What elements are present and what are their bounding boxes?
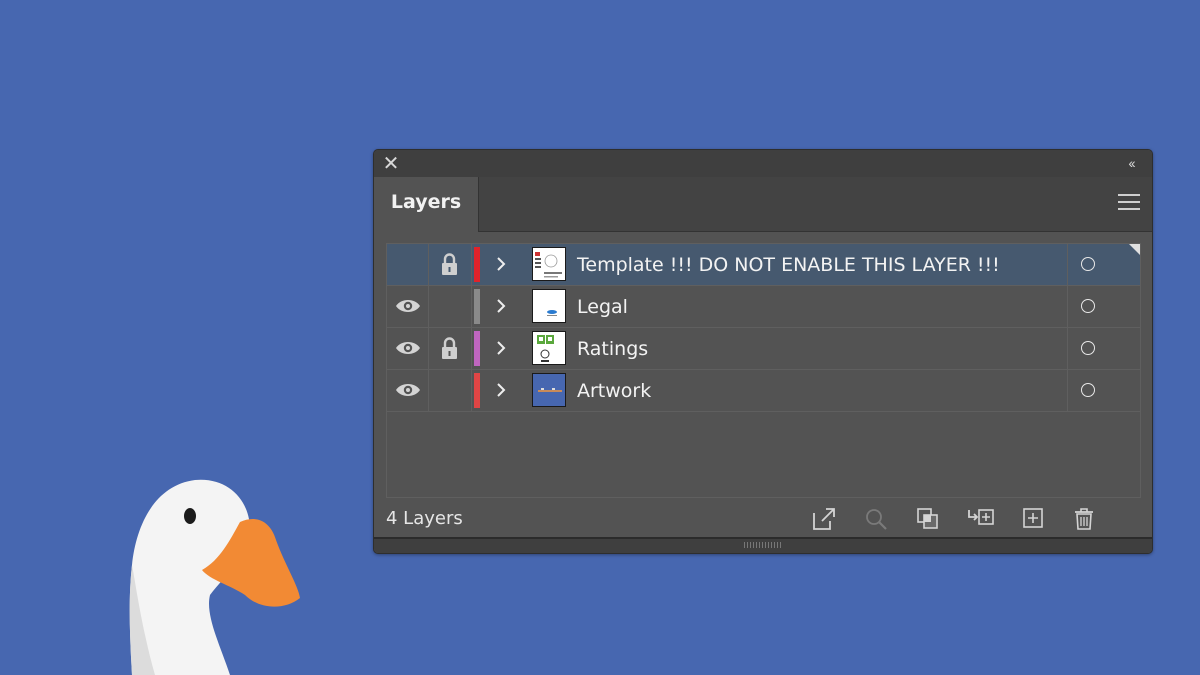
create-sublayer-icon[interactable] bbox=[966, 505, 994, 533]
goose-eye bbox=[184, 508, 196, 524]
layer-thumbnail[interactable] bbox=[532, 247, 566, 281]
divider bbox=[1067, 370, 1068, 411]
visibility-toggle[interactable] bbox=[387, 244, 429, 285]
layer-color-swatch bbox=[474, 289, 480, 324]
new-layer-icon[interactable] bbox=[1020, 505, 1048, 533]
close-icon[interactable]: ✕ bbox=[382, 154, 400, 174]
panel-tabbar: Layers bbox=[374, 177, 1152, 232]
layer-thumbnail[interactable] bbox=[532, 331, 566, 365]
target-circle-icon[interactable] bbox=[1081, 299, 1095, 313]
eye-icon bbox=[396, 384, 420, 396]
export-icon[interactable] bbox=[810, 505, 838, 533]
layer-thumbnail[interactable] bbox=[532, 373, 566, 407]
collapse-panel-icon[interactable]: ‹‹ bbox=[1120, 154, 1142, 172]
layer-row-template[interactable]: Template !!! DO NOT ENABLE THIS LAYER !!… bbox=[387, 244, 1140, 286]
template-thumbnail-art bbox=[535, 252, 562, 278]
search-icon[interactable] bbox=[862, 505, 890, 533]
lock-toggle[interactable] bbox=[429, 244, 472, 285]
expand-toggle[interactable] bbox=[487, 328, 517, 369]
goose-illustration bbox=[129, 479, 300, 675]
eye-icon bbox=[396, 300, 420, 312]
expand-toggle[interactable] bbox=[487, 286, 517, 327]
layer-row-legal[interactable]: Legal bbox=[387, 286, 1140, 328]
lock-icon bbox=[442, 337, 457, 359]
panel-menu-icon[interactable] bbox=[1118, 194, 1140, 214]
expand-toggle[interactable] bbox=[487, 244, 517, 285]
lock-toggle[interactable] bbox=[429, 370, 472, 411]
lock-toggle[interactable] bbox=[429, 286, 472, 327]
layer-name[interactable]: Template !!! DO NOT ENABLE THIS LAYER !!… bbox=[577, 244, 1000, 285]
tab-layers[interactable]: Layers bbox=[374, 177, 479, 232]
layer-row-ratings[interactable]: Ratings bbox=[387, 328, 1140, 370]
panel-resize-handle[interactable] bbox=[374, 537, 1152, 553]
selection-corner-indicator bbox=[1129, 244, 1140, 255]
artwork-thumbnail-art bbox=[538, 388, 562, 392]
expand-toggle[interactable] bbox=[487, 370, 517, 411]
layer-count: 4 Layers bbox=[386, 508, 463, 529]
layer-color-swatch bbox=[474, 247, 480, 282]
visibility-toggle[interactable] bbox=[387, 286, 429, 327]
eye-icon bbox=[396, 342, 420, 354]
layer-color-swatch bbox=[474, 331, 480, 366]
desktop-background: ✕ ‹‹ Layers Template !!! DO NOT ENABLE T… bbox=[0, 0, 1200, 675]
panel-titlebar[interactable]: ✕ ‹‹ bbox=[374, 150, 1152, 178]
visibility-toggle[interactable] bbox=[387, 328, 429, 369]
target-circle-icon[interactable] bbox=[1081, 341, 1095, 355]
make-clipping-mask-icon[interactable] bbox=[914, 505, 942, 533]
ratings-thumbnail-art bbox=[537, 335, 554, 362]
chevron-right-icon bbox=[497, 383, 506, 397]
layer-name[interactable]: Legal bbox=[577, 286, 628, 327]
layers-list: Template !!! DO NOT ENABLE THIS LAYER !!… bbox=[386, 243, 1141, 498]
divider bbox=[1067, 286, 1068, 327]
layer-color-swatch bbox=[474, 373, 480, 408]
chevron-right-icon bbox=[497, 299, 506, 313]
layer-name[interactable]: Ratings bbox=[577, 328, 648, 369]
legal-thumbnail-art bbox=[547, 310, 557, 316]
layer-thumbnail[interactable] bbox=[532, 289, 566, 323]
layer-row-artwork[interactable]: Artwork bbox=[387, 370, 1140, 412]
panel-footer: 4 Layers bbox=[374, 502, 1152, 538]
chevron-right-icon bbox=[497, 257, 506, 271]
visibility-toggle[interactable] bbox=[387, 370, 429, 411]
divider bbox=[1067, 328, 1068, 369]
divider bbox=[1067, 244, 1068, 285]
delete-icon[interactable] bbox=[1070, 505, 1098, 533]
lock-icon bbox=[442, 253, 457, 275]
resize-grip[interactable] bbox=[744, 542, 782, 548]
lock-toggle[interactable] bbox=[429, 328, 472, 369]
target-circle-icon[interactable] bbox=[1081, 257, 1095, 271]
layer-name[interactable]: Artwork bbox=[577, 370, 651, 411]
layers-panel: ✕ ‹‹ Layers Template !!! DO NOT ENABLE T… bbox=[373, 149, 1153, 554]
chevron-right-icon bbox=[497, 341, 506, 355]
target-circle-icon[interactable] bbox=[1081, 383, 1095, 397]
